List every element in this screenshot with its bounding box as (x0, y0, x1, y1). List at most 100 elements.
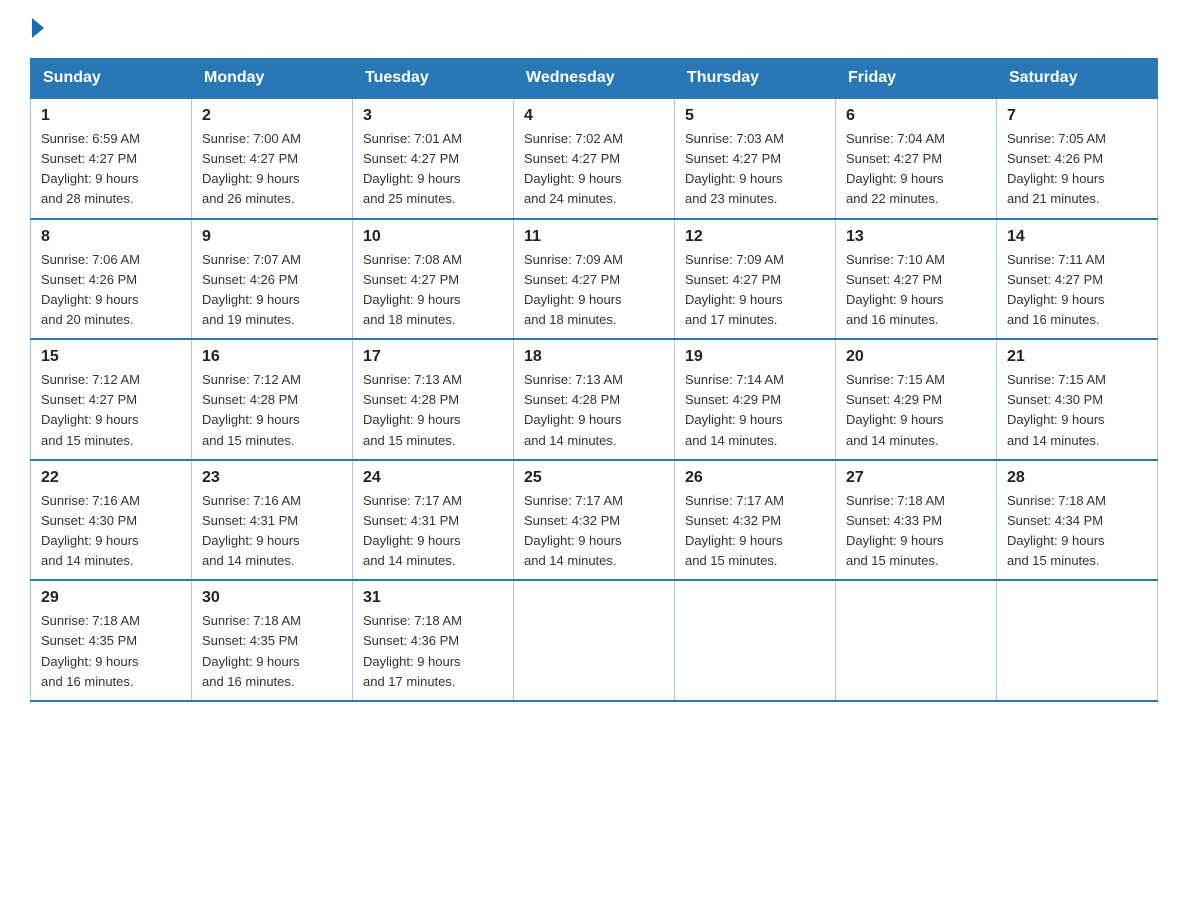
day-number: 3 (363, 107, 503, 125)
logo (30, 20, 44, 38)
day-info: Sunrise: 7:03 AMSunset: 4:27 PMDaylight:… (685, 129, 825, 210)
day-number: 29 (41, 589, 181, 607)
day-info: Sunrise: 7:05 AMSunset: 4:26 PMDaylight:… (1007, 129, 1147, 210)
day-info: Sunrise: 7:14 AMSunset: 4:29 PMDaylight:… (685, 370, 825, 451)
calendar-day-cell: 31 Sunrise: 7:18 AMSunset: 4:36 PMDaylig… (353, 580, 514, 701)
day-number: 31 (363, 589, 503, 607)
calendar-header-thursday: Thursday (675, 59, 836, 99)
calendar-day-cell: 17 Sunrise: 7:13 AMSunset: 4:28 PMDaylig… (353, 339, 514, 460)
day-info: Sunrise: 7:18 AMSunset: 4:35 PMDaylight:… (41, 611, 181, 692)
day-info: Sunrise: 7:09 AMSunset: 4:27 PMDaylight:… (685, 250, 825, 331)
day-info: Sunrise: 7:15 AMSunset: 4:30 PMDaylight:… (1007, 370, 1147, 451)
day-number: 7 (1007, 107, 1147, 125)
day-info: Sunrise: 7:06 AMSunset: 4:26 PMDaylight:… (41, 250, 181, 331)
day-info: Sunrise: 7:08 AMSunset: 4:27 PMDaylight:… (363, 250, 503, 331)
day-number: 16 (202, 348, 342, 366)
calendar-empty-cell (675, 580, 836, 701)
calendar-header-row: SundayMondayTuesdayWednesdayThursdayFrid… (31, 59, 1158, 99)
day-number: 14 (1007, 228, 1147, 246)
calendar-header-wednesday: Wednesday (514, 59, 675, 99)
day-number: 26 (685, 469, 825, 487)
calendar-week-row: 8 Sunrise: 7:06 AMSunset: 4:26 PMDayligh… (31, 219, 1158, 340)
logo-blue-part (30, 20, 44, 38)
day-info: Sunrise: 7:04 AMSunset: 4:27 PMDaylight:… (846, 129, 986, 210)
calendar-day-cell: 29 Sunrise: 7:18 AMSunset: 4:35 PMDaylig… (31, 580, 192, 701)
calendar-day-cell: 12 Sunrise: 7:09 AMSunset: 4:27 PMDaylig… (675, 219, 836, 340)
day-info: Sunrise: 7:13 AMSunset: 4:28 PMDaylight:… (363, 370, 503, 451)
calendar-header-saturday: Saturday (997, 59, 1158, 99)
day-info: Sunrise: 7:01 AMSunset: 4:27 PMDaylight:… (363, 129, 503, 210)
calendar-day-cell: 25 Sunrise: 7:17 AMSunset: 4:32 PMDaylig… (514, 460, 675, 581)
calendar-day-cell: 19 Sunrise: 7:14 AMSunset: 4:29 PMDaylig… (675, 339, 836, 460)
day-info: Sunrise: 7:13 AMSunset: 4:28 PMDaylight:… (524, 370, 664, 451)
day-info: Sunrise: 7:15 AMSunset: 4:29 PMDaylight:… (846, 370, 986, 451)
calendar-day-cell: 11 Sunrise: 7:09 AMSunset: 4:27 PMDaylig… (514, 219, 675, 340)
page-header (30, 20, 1158, 38)
calendar-day-cell: 20 Sunrise: 7:15 AMSunset: 4:29 PMDaylig… (836, 339, 997, 460)
day-number: 22 (41, 469, 181, 487)
day-number: 28 (1007, 469, 1147, 487)
day-number: 20 (846, 348, 986, 366)
day-info: Sunrise: 7:18 AMSunset: 4:36 PMDaylight:… (363, 611, 503, 692)
calendar-week-row: 22 Sunrise: 7:16 AMSunset: 4:30 PMDaylig… (31, 460, 1158, 581)
day-info: Sunrise: 6:59 AMSunset: 4:27 PMDaylight:… (41, 129, 181, 210)
day-number: 27 (846, 469, 986, 487)
calendar-empty-cell (836, 580, 997, 701)
day-info: Sunrise: 7:02 AMSunset: 4:27 PMDaylight:… (524, 129, 664, 210)
calendar-day-cell: 8 Sunrise: 7:06 AMSunset: 4:26 PMDayligh… (31, 219, 192, 340)
day-info: Sunrise: 7:12 AMSunset: 4:27 PMDaylight:… (41, 370, 181, 451)
day-number: 30 (202, 589, 342, 607)
day-number: 15 (41, 348, 181, 366)
calendar-day-cell: 21 Sunrise: 7:15 AMSunset: 4:30 PMDaylig… (997, 339, 1158, 460)
day-info: Sunrise: 7:18 AMSunset: 4:33 PMDaylight:… (846, 491, 986, 572)
calendar-empty-cell (514, 580, 675, 701)
calendar-header-tuesday: Tuesday (353, 59, 514, 99)
calendar-header-sunday: Sunday (31, 59, 192, 99)
calendar-day-cell: 1 Sunrise: 6:59 AMSunset: 4:27 PMDayligh… (31, 98, 192, 219)
day-number: 6 (846, 107, 986, 125)
day-number: 13 (846, 228, 986, 246)
day-info: Sunrise: 7:10 AMSunset: 4:27 PMDaylight:… (846, 250, 986, 331)
day-info: Sunrise: 7:16 AMSunset: 4:30 PMDaylight:… (41, 491, 181, 572)
calendar-day-cell: 14 Sunrise: 7:11 AMSunset: 4:27 PMDaylig… (997, 219, 1158, 340)
calendar-day-cell: 2 Sunrise: 7:00 AMSunset: 4:27 PMDayligh… (192, 98, 353, 219)
calendar-day-cell: 15 Sunrise: 7:12 AMSunset: 4:27 PMDaylig… (31, 339, 192, 460)
day-number: 25 (524, 469, 664, 487)
calendar-day-cell: 16 Sunrise: 7:12 AMSunset: 4:28 PMDaylig… (192, 339, 353, 460)
day-info: Sunrise: 7:18 AMSunset: 4:34 PMDaylight:… (1007, 491, 1147, 572)
day-info: Sunrise: 7:00 AMSunset: 4:27 PMDaylight:… (202, 129, 342, 210)
day-info: Sunrise: 7:18 AMSunset: 4:35 PMDaylight:… (202, 611, 342, 692)
day-info: Sunrise: 7:17 AMSunset: 4:32 PMDaylight:… (685, 491, 825, 572)
calendar-week-row: 29 Sunrise: 7:18 AMSunset: 4:35 PMDaylig… (31, 580, 1158, 701)
day-number: 8 (41, 228, 181, 246)
day-info: Sunrise: 7:16 AMSunset: 4:31 PMDaylight:… (202, 491, 342, 572)
calendar-day-cell: 23 Sunrise: 7:16 AMSunset: 4:31 PMDaylig… (192, 460, 353, 581)
calendar-day-cell: 27 Sunrise: 7:18 AMSunset: 4:33 PMDaylig… (836, 460, 997, 581)
calendar-day-cell: 18 Sunrise: 7:13 AMSunset: 4:28 PMDaylig… (514, 339, 675, 460)
day-number: 12 (685, 228, 825, 246)
day-number: 18 (524, 348, 664, 366)
day-info: Sunrise: 7:11 AMSunset: 4:27 PMDaylight:… (1007, 250, 1147, 331)
calendar-header-friday: Friday (836, 59, 997, 99)
calendar-day-cell: 24 Sunrise: 7:17 AMSunset: 4:31 PMDaylig… (353, 460, 514, 581)
calendar-header-monday: Monday (192, 59, 353, 99)
calendar-day-cell: 13 Sunrise: 7:10 AMSunset: 4:27 PMDaylig… (836, 219, 997, 340)
calendar-day-cell: 5 Sunrise: 7:03 AMSunset: 4:27 PMDayligh… (675, 98, 836, 219)
day-number: 11 (524, 228, 664, 246)
calendar-day-cell: 7 Sunrise: 7:05 AMSunset: 4:26 PMDayligh… (997, 98, 1158, 219)
calendar-empty-cell (997, 580, 1158, 701)
day-number: 19 (685, 348, 825, 366)
day-number: 2 (202, 107, 342, 125)
calendar-day-cell: 28 Sunrise: 7:18 AMSunset: 4:34 PMDaylig… (997, 460, 1158, 581)
calendar-table: SundayMondayTuesdayWednesdayThursdayFrid… (30, 58, 1158, 702)
calendar-day-cell: 30 Sunrise: 7:18 AMSunset: 4:35 PMDaylig… (192, 580, 353, 701)
day-info: Sunrise: 7:07 AMSunset: 4:26 PMDaylight:… (202, 250, 342, 331)
day-number: 5 (685, 107, 825, 125)
day-number: 10 (363, 228, 503, 246)
day-info: Sunrise: 7:12 AMSunset: 4:28 PMDaylight:… (202, 370, 342, 451)
calendar-day-cell: 6 Sunrise: 7:04 AMSunset: 4:27 PMDayligh… (836, 98, 997, 219)
calendar-day-cell: 9 Sunrise: 7:07 AMSunset: 4:26 PMDayligh… (192, 219, 353, 340)
day-number: 9 (202, 228, 342, 246)
calendar-week-row: 1 Sunrise: 6:59 AMSunset: 4:27 PMDayligh… (31, 98, 1158, 219)
logo-arrow-icon (32, 18, 44, 38)
